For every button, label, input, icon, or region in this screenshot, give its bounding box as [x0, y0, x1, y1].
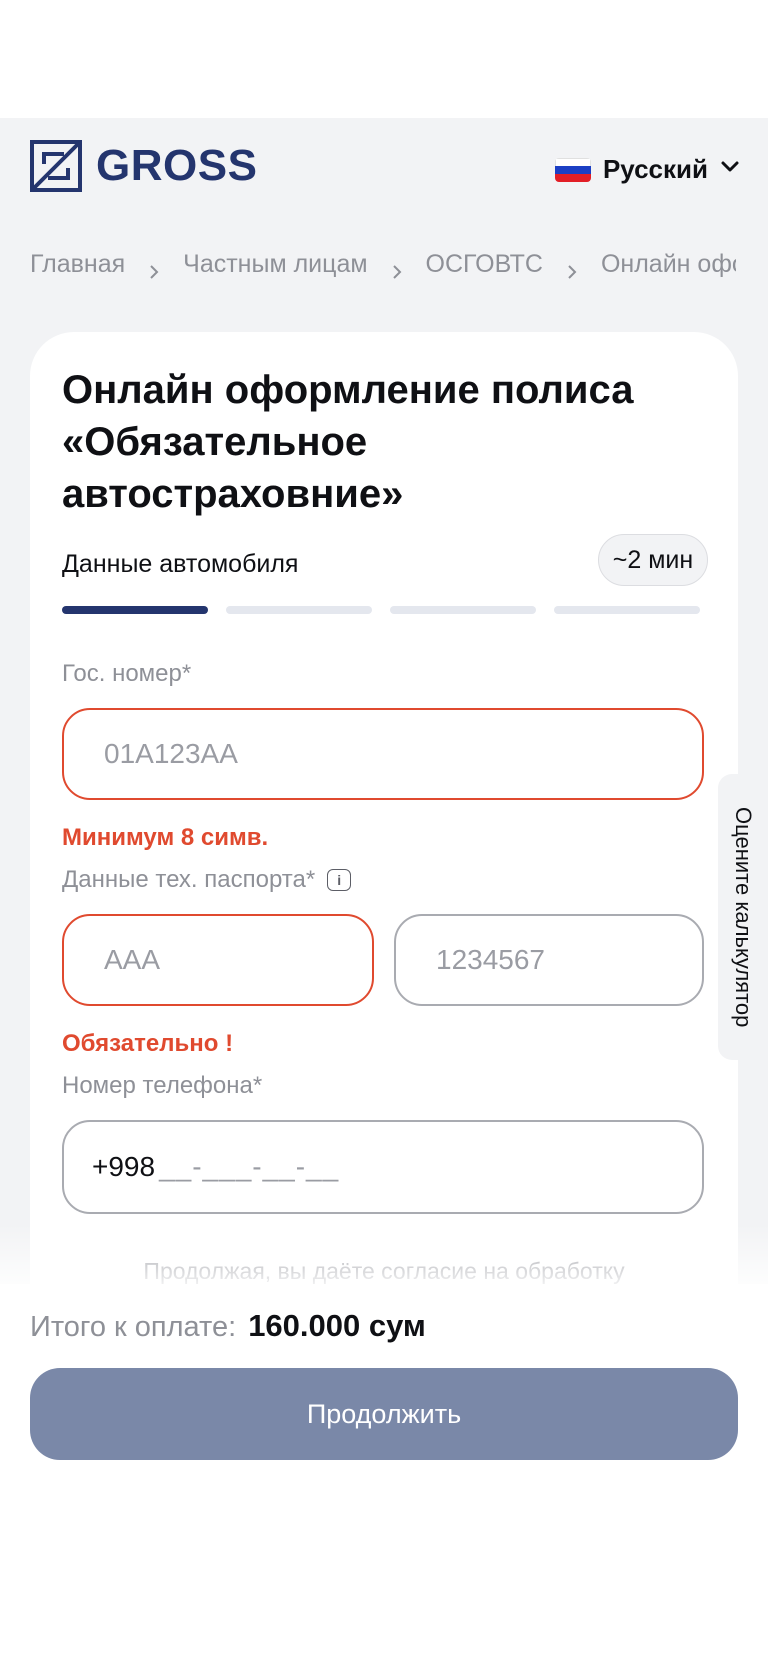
header: GROSS Русский — [30, 140, 740, 196]
step-label: Данные автомобиля — [62, 550, 299, 578]
language-label: Русский — [602, 154, 708, 184]
passport-series-input[interactable]: AAA — [62, 914, 374, 1006]
breadcrumb-item-home[interactable]: Главная — [30, 250, 125, 279]
phone-prefix: +998 — [92, 1151, 156, 1182]
step-progress — [62, 606, 702, 614]
tech-passport-label: Данные тех. паспорта* i — [62, 866, 352, 894]
passport-series-placeholder: AAA — [104, 944, 161, 975]
tech-passport-error: Обязательно ! — [62, 1030, 234, 1057]
logo-text: GROSS — [96, 141, 258, 190]
progress-step-3 — [390, 606, 536, 614]
russia-flag-icon — [554, 157, 591, 182]
time-estimate-badge: ~2 мин — [598, 534, 708, 586]
checkout-bar: Итого к оплате: 160.000 сум Продолжить — [0, 1224, 768, 1670]
language-selector[interactable]: Русский — [554, 154, 740, 185]
phone-label: Номер телефона* — [62, 1072, 262, 1100]
breadcrumb-item-osgovts[interactable]: ОСГОВТС — [426, 250, 543, 279]
progress-step-4 — [554, 606, 700, 614]
rate-calculator-label: Оцените калькулятор — [731, 806, 756, 1028]
plate-placeholder: 01A123AA — [104, 738, 238, 769]
plate-error: Минимум 8 симв. — [62, 824, 269, 851]
continue-button[interactable]: Продолжить — [30, 1368, 738, 1460]
chevron-down-icon — [720, 160, 740, 179]
total-label: Итого к оплате: — [30, 1311, 237, 1343]
tech-passport-label-text: Данные тех. паспорта* — [62, 866, 316, 893]
consent-text: Продолжая, вы даёте согласие на обработк… — [143, 1258, 625, 1284]
info-icon[interactable]: i — [327, 869, 352, 891]
phone-mask: __-___-__-__ — [159, 1151, 340, 1182]
plate-label: Гос. номер* — [62, 660, 191, 688]
breadcrumb-item-current: Онлайн оформление — [600, 249, 736, 278]
form-card: Онлайн оформление полиса «Обязательное а… — [30, 332, 738, 1284]
logo[interactable]: GROSS — [30, 140, 257, 192]
total-summary: Итого к оплате: 160.000 сум — [30, 1308, 426, 1344]
passport-number-placeholder: 1234567 — [436, 944, 546, 975]
page-background: GROSS Русский Главная Частным лицам ОСГО… — [0, 118, 768, 1284]
passport-number-input[interactable]: 1234567 — [394, 914, 704, 1006]
progress-step-2 — [226, 606, 372, 614]
chevron-right-icon — [390, 257, 404, 279]
progress-step-1 — [62, 606, 208, 614]
chevron-right-icon — [565, 257, 579, 279]
phone-label-text: Номер телефона* — [62, 1072, 263, 1099]
plate-input[interactable]: 01A123AA — [62, 708, 704, 800]
breadcrumb-item-individuals[interactable]: Частным лицам — [183, 250, 367, 279]
gross-logo-icon — [30, 140, 82, 192]
total-value: 160.000 сум — [248, 1308, 426, 1343]
chevron-right-icon — [147, 257, 161, 279]
page-title: Онлайн оформление полиса «Обязательное а… — [62, 368, 634, 516]
breadcrumb: Главная Частным лицам ОСГОВТС Онлайн офо… — [30, 244, 736, 284]
phone-input[interactable]: +998 __-___-__-__ — [62, 1120, 704, 1214]
rate-calculator-tab[interactable]: Оцените калькулятор — [718, 774, 768, 1060]
plate-label-text: Гос. номер* — [62, 660, 192, 687]
